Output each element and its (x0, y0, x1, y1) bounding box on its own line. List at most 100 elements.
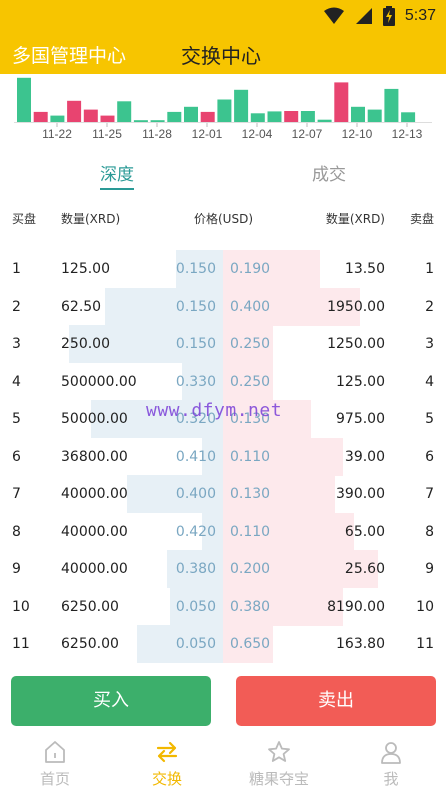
ask-index: 3 (425, 336, 434, 352)
order-row[interactable]: 7 40000.00 0.400 0.130 390.00 7 (0, 475, 446, 513)
ask-quantity: 1950.00 (327, 298, 385, 315)
ask-index: 7 (425, 486, 434, 502)
app-title: 多国管理中心 (12, 45, 127, 67)
bid-index: 9 (12, 561, 21, 577)
order-row[interactable]: 4 500000.00 0.330 0.250 125.00 4 (0, 362, 446, 401)
bid-index: 8 (12, 523, 21, 540)
nav-item-home[interactable]: 首页 (0, 736, 110, 796)
ask-index: 10 (416, 598, 434, 615)
tab-active-indicator (100, 188, 134, 190)
bid-index: 3 (12, 336, 21, 352)
bid-price: 0.150 (175, 336, 216, 352)
volume-bar (184, 106, 198, 122)
order-book: 1 125.00 0.150 0.190 13.50 1 2 62.50 0.150 0.400 1… (0, 250, 446, 663)
ask-index: 6 (425, 448, 434, 465)
ask-quantity: 39.00 (344, 448, 385, 465)
order-row[interactable]: 9 40000.00 0.380 0.200 25.60 9 (0, 550, 446, 588)
ask-price: 0.110 (230, 448, 271, 465)
volume-bar (50, 115, 65, 122)
bid-price: 0.330 (175, 373, 216, 390)
star-icon (268, 741, 290, 762)
tab-depth[interactable]: 深度 (100, 160, 134, 185)
date-label: 11-22 (42, 127, 72, 141)
nav-label-exchange: 交换 (151, 770, 182, 788)
ask-index: 11 (416, 636, 434, 652)
volume-bar (83, 109, 98, 122)
volume-bar (300, 111, 315, 122)
bid-quantity: 40000.00 (61, 561, 128, 577)
ask-index: 1 (425, 261, 434, 277)
nav-item-exchange[interactable]: 交换 (112, 736, 222, 796)
order-row[interactable]: 3 250.00 0.150 0.250 1250.00 3 (0, 325, 446, 363)
nav-item-me[interactable]: 我 (336, 736, 446, 796)
ask-index: 9 (425, 561, 434, 577)
volume-bar (100, 115, 115, 122)
date-label: 12-10 (342, 127, 373, 141)
buy-button[interactable]: 买入 (11, 676, 211, 726)
order-row[interactable]: 10 6250.00 0.050 0.380 8190.00 10 (0, 587, 446, 626)
ask-quantity: 13.50 (344, 261, 385, 277)
status-time: 5:37 (404, 7, 436, 24)
ask-price: 0.250 (230, 373, 271, 390)
bid-index: 1 (12, 261, 21, 277)
nav-item-candy[interactable]: 糖果夺宝 (224, 736, 334, 796)
volume-bar (117, 101, 132, 122)
bid-index: 6 (12, 448, 21, 465)
page-title: 交换中心 (181, 44, 261, 68)
bottom-nav: 首页 交换 糖果夺宝 我 (0, 736, 446, 796)
bid-price: 0.410 (175, 448, 216, 465)
sell-column-header: 卖盘 (409, 212, 434, 226)
sell-button[interactable]: 卖出 (236, 676, 436, 726)
ask-index: 4 (425, 373, 434, 390)
volume-bar (267, 111, 282, 122)
user-icon (381, 742, 401, 764)
bid-quantity: 50000.00 (61, 411, 128, 427)
date-label: 12-04 (242, 127, 273, 141)
bid-quantity: 6250.00 (61, 598, 119, 615)
volume-bar (200, 111, 215, 122)
ask-quantity: 163.80 (336, 636, 385, 652)
date-label: 11-28 (142, 127, 172, 141)
bid-index: 4 (12, 373, 21, 390)
volume-bar (217, 99, 232, 122)
volume-bar (17, 77, 31, 122)
bid-quantity: 250.00 (61, 336, 110, 352)
bid-quantity: 500000.00 (61, 373, 137, 390)
volume-bar (367, 109, 382, 122)
nav-label-home: 首页 (39, 770, 70, 788)
order-row[interactable]: 2 62.50 0.150 0.400 1950.00 2 (0, 287, 446, 326)
bid-quantity-header: 数量(XRD) (61, 212, 121, 226)
ask-price: 0.110 (230, 523, 271, 540)
ask-quantity: 25.60 (344, 561, 385, 577)
nav-label-candy: 糖果夺宝 (248, 770, 309, 788)
volume-bar (334, 82, 349, 122)
bid-price: 0.150 (175, 298, 216, 315)
tab-trades[interactable]: 成交 (312, 160, 346, 185)
exchange-icon (156, 741, 178, 763)
ask-quantity: 1250.00 (327, 336, 385, 352)
bid-quantity: 125.00 (61, 261, 110, 277)
volume-bar (133, 120, 148, 122)
order-row[interactable]: 11 6250.00 0.050 0.650 163.80 11 (0, 625, 446, 663)
price-header: 价格(USD) (194, 212, 254, 226)
date-label: 12-13 (392, 127, 423, 141)
ask-price: 0.650 (230, 636, 271, 652)
ask-price: 0.130 (230, 486, 271, 502)
ask-quantity: 125.00 (336, 373, 385, 390)
bid-quantity: 6250.00 (61, 636, 119, 652)
buy-column-header: 买盘 (12, 212, 37, 226)
ask-price: 0.380 (230, 598, 271, 615)
order-row[interactable]: 6 36800.00 0.410 0.110 39.00 6 (0, 437, 446, 476)
volume-bar (167, 111, 182, 122)
order-row[interactable]: 8 40000.00 0.420 0.110 65.00 8 (0, 512, 446, 551)
volume-bar (284, 111, 299, 122)
depth-trade-tabs: 深度 成交 (0, 146, 446, 196)
volume-bar (317, 119, 332, 122)
bid-index: 7 (12, 486, 21, 502)
bid-quantity: 40000.00 (61, 523, 128, 540)
nav-label-me: 我 (383, 770, 399, 788)
home-icon (45, 741, 65, 763)
bid-price: 0.380 (175, 561, 216, 577)
ask-index: 2 (425, 298, 434, 315)
order-row[interactable]: 1 125.00 0.150 0.190 13.50 1 (0, 250, 446, 288)
